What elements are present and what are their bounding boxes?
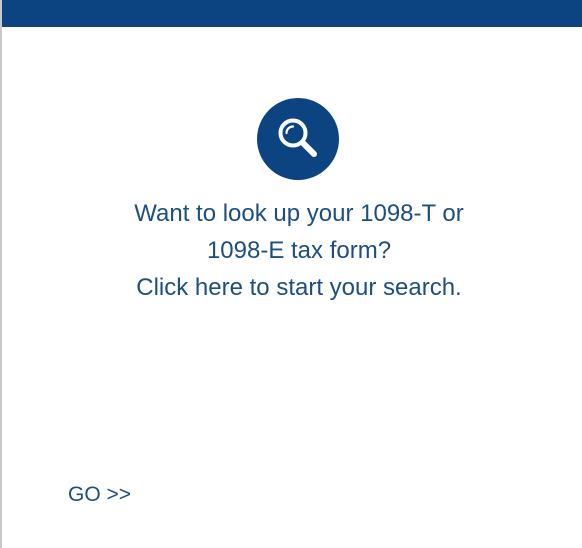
tax-form-lookup-card[interactable]: Want to look up your 1098-T or 1098-E ta…: [0, 0, 582, 548]
go-link[interactable]: GO >>: [68, 482, 131, 508]
search-icon[interactable]: [257, 98, 339, 180]
lookup-prompt-link[interactable]: Want to look up your 1098-T or 1098-E ta…: [2, 195, 582, 306]
lookup-prompt-line-3: Click here to start your search.: [136, 274, 462, 301]
magnifying-glass-graphic: [278, 118, 317, 157]
top-accent-bar: [2, 0, 582, 27]
lookup-prompt-line-1: Want to look up your 1098-T or: [134, 200, 464, 227]
lookup-prompt-line-2: 1098-E tax form?: [206, 237, 392, 264]
